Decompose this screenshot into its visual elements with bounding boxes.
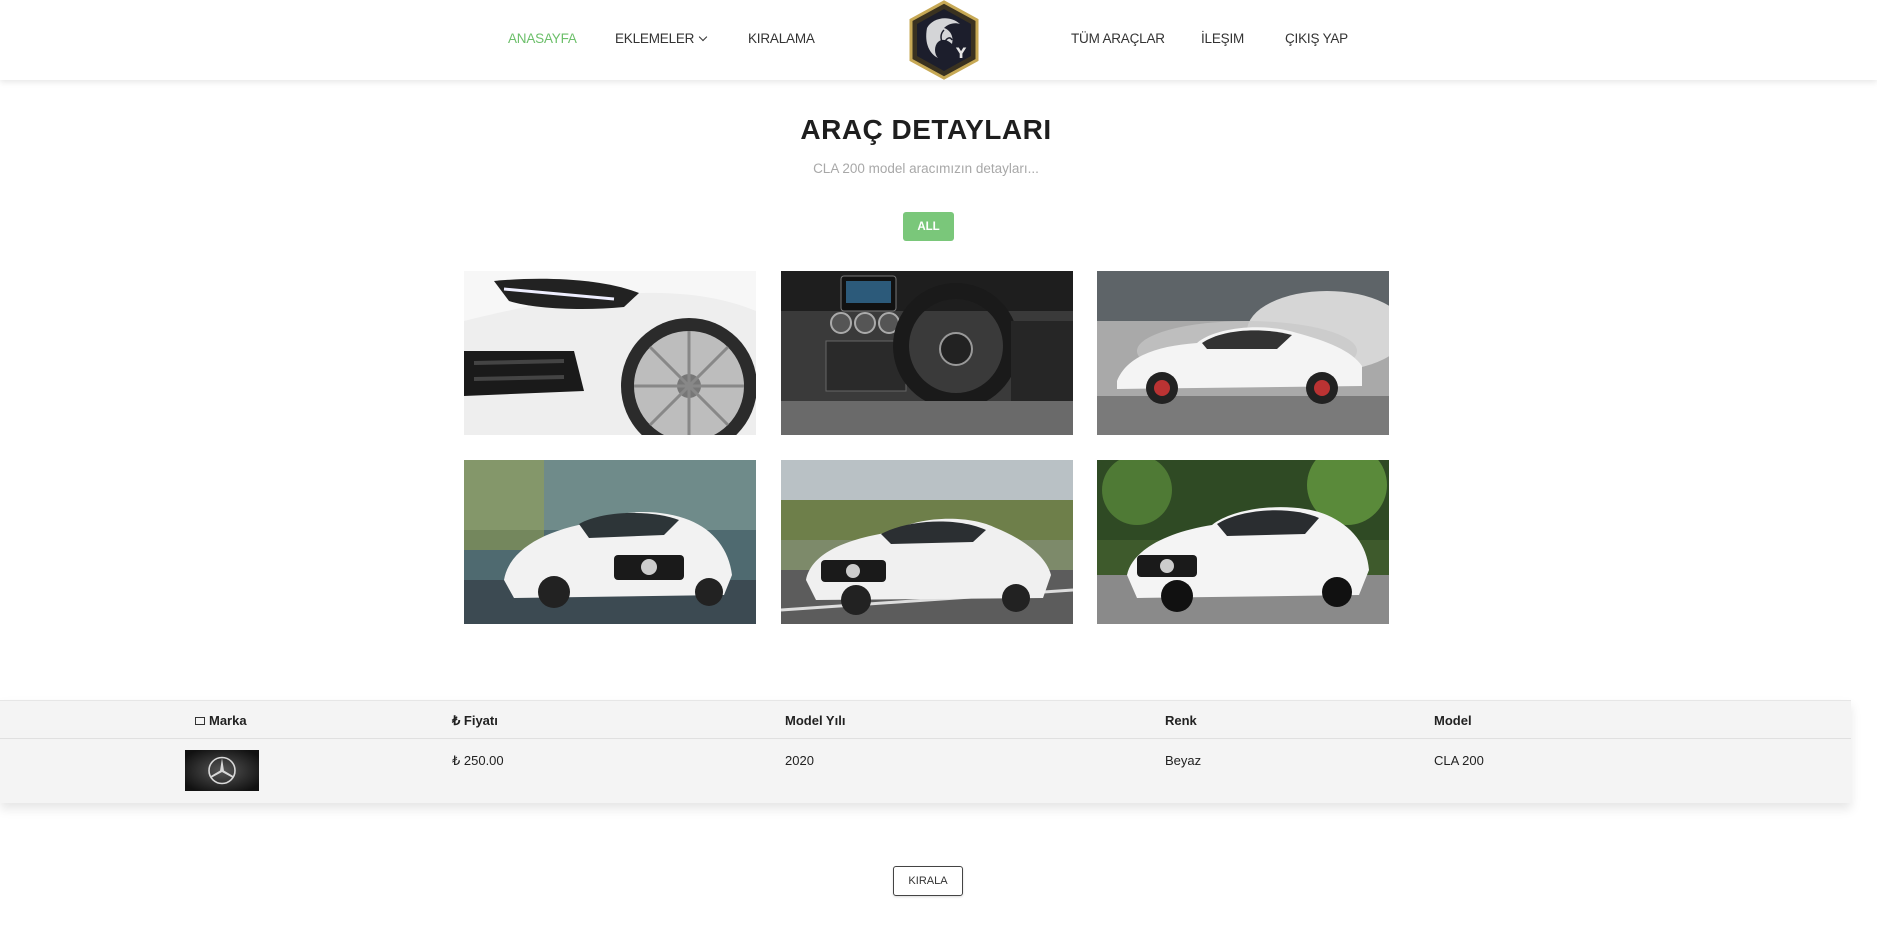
nav-home-link[interactable]: ANASAYFA bbox=[508, 31, 577, 46]
nav-rental-link[interactable]: KIRALAMA bbox=[748, 31, 815, 46]
rent-button[interactable]: KIRALA bbox=[893, 866, 963, 896]
lira-icon: ₺ bbox=[452, 713, 464, 728]
table-header-year: Model Yılı bbox=[785, 713, 846, 728]
gallery-image-front-park[interactable] bbox=[1097, 460, 1389, 624]
table-header-divider bbox=[0, 738, 1851, 739]
brand-logo-image bbox=[185, 750, 259, 791]
nav-all-cars-link[interactable]: TÜM ARAÇLAR bbox=[1071, 31, 1165, 46]
page-title: ARAÇ DETAYLARI bbox=[800, 114, 1052, 145]
table-header-price: ₺ Fiyatı bbox=[452, 713, 498, 729]
table-header-price-label: Fiyatı bbox=[463, 713, 498, 728]
nav-additions-label: EKLEMELER bbox=[615, 31, 695, 46]
top-navbar: ANASAYFA EKLEMELER KIRALAMA Y TÜM ARAÇLA… bbox=[0, 0, 1877, 80]
image-icon bbox=[195, 717, 205, 725]
page-subtitle: CLA 200 model aracımızın detayları... bbox=[813, 161, 1039, 176]
gallery-image-side-profile[interactable] bbox=[1097, 271, 1389, 435]
table-cell-year: 2020 bbox=[785, 753, 814, 768]
gallery-image-front-track[interactable] bbox=[464, 460, 756, 624]
table-header-color: Renk bbox=[1165, 713, 1197, 728]
logo-letter: Y bbox=[955, 46, 967, 62]
car-details-table bbox=[0, 700, 1851, 803]
table-cell-model: CLA 200 bbox=[1434, 753, 1484, 768]
site-logo[interactable]: Y bbox=[894, 0, 994, 80]
table-header-brand: Marka bbox=[195, 713, 247, 728]
gallery-image-front-wheel[interactable] bbox=[464, 271, 756, 435]
gallery-image-front-road[interactable] bbox=[781, 460, 1073, 624]
gallery-image-interior[interactable] bbox=[781, 271, 1073, 435]
table-cell-price: ₺ 250.00 bbox=[452, 753, 504, 768]
filter-all-button[interactable]: ALL bbox=[903, 212, 954, 241]
table-cell-color: Beyaz bbox=[1165, 753, 1202, 768]
chevron-down-icon bbox=[698, 32, 708, 42]
nav-additions-dropdown[interactable]: EKLEMELER bbox=[615, 31, 708, 46]
nav-contact-link[interactable]: İLEŞIM bbox=[1201, 31, 1244, 46]
nav-logout-link[interactable]: ÇIKIŞ YAP bbox=[1285, 31, 1348, 46]
table-header-brand-label: Marka bbox=[209, 713, 247, 728]
table-header-model: Model bbox=[1434, 713, 1472, 728]
